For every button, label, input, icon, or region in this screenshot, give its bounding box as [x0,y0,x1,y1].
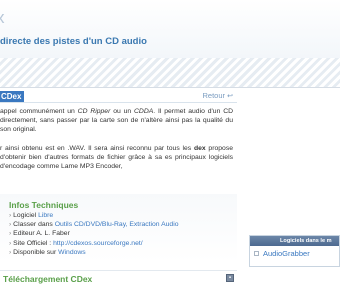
site-subtitle: directe des pistes d'un CD audio [0,36,147,47]
related-software-label[interactable]: AudioGrabber [263,249,310,258]
tech-info-item: Editeur A. L. Faber [9,229,179,238]
text-run-italic: CD Ripper [77,108,111,115]
article-paragraph-2: r ainsi obtenu est en .WAV. Il sera ains… [0,144,237,172]
text-run-italic: CDDA [134,108,154,115]
related-software-item[interactable]: AudioGrabber [250,246,339,258]
article-paragraph-1: appel communément un CD Ripper ou un CDD… [0,107,237,135]
tech-info-item: Site Officiel : http://cdexos.sourceforg… [9,239,179,248]
tech-info-title: Infos Techniques [9,200,79,210]
return-arrow-icon: ↩ [227,93,233,100]
tech-info-item: Logiciel Libre [9,211,179,220]
list-bullet-icon [254,251,259,256]
decorative-stripe-band [0,58,340,88]
article: CDex Retour ↩ appel communément un CD Ri… [0,90,237,286]
info-label: Site Officiel : [13,239,54,247]
related-software-box: Logiciels dans le m AudioGrabber [249,235,340,267]
site-title[interactable]: x [0,8,6,28]
tech-info-item: Classer dans Outils CD/DVD/Blu-Ray, Extr… [9,220,179,229]
info-label: Editeur A. L. Faber [13,230,70,238]
tech-info-item: Disponible sur Windows [9,248,179,257]
download-section-header: Téléchargement CDex ▪ [0,270,237,284]
official-site-link[interactable]: http://cdexos.sourceforge.net/ [53,240,143,247]
category-link[interactable]: Outils CD/DVD/Blu-Ray, Extraction Audio [55,221,179,228]
info-label: Classer dans [13,221,55,229]
info-label: Disponible sur [13,248,59,256]
download-title: Téléchargement CDex [3,274,93,284]
collapse-icon[interactable]: ▪ [226,274,234,282]
back-link-label[interactable]: Retour [203,91,226,100]
text-run: ou un [110,108,135,115]
article-header: CDex Retour ↩ [0,90,237,103]
tech-info-list: Logiciel Libre Classer dans Outils CD/DV… [9,211,179,257]
text-run: appel communément un [0,108,78,115]
tech-info-box: Infos Techniques Logiciel Libre Classer … [0,194,237,262]
license-link[interactable]: Libre [38,212,53,219]
info-label: Logiciel [13,212,39,219]
platform-link[interactable]: Windows [58,249,86,256]
text-run: r ainsi obtenu est en .WAV. Il sera ains… [0,144,194,152]
back-link[interactable]: Retour ↩ [203,91,233,101]
related-software-title: Logiciels dans le m [250,236,339,246]
article-title: CDex [0,91,25,102]
text-run-bold: dex [193,144,206,152]
